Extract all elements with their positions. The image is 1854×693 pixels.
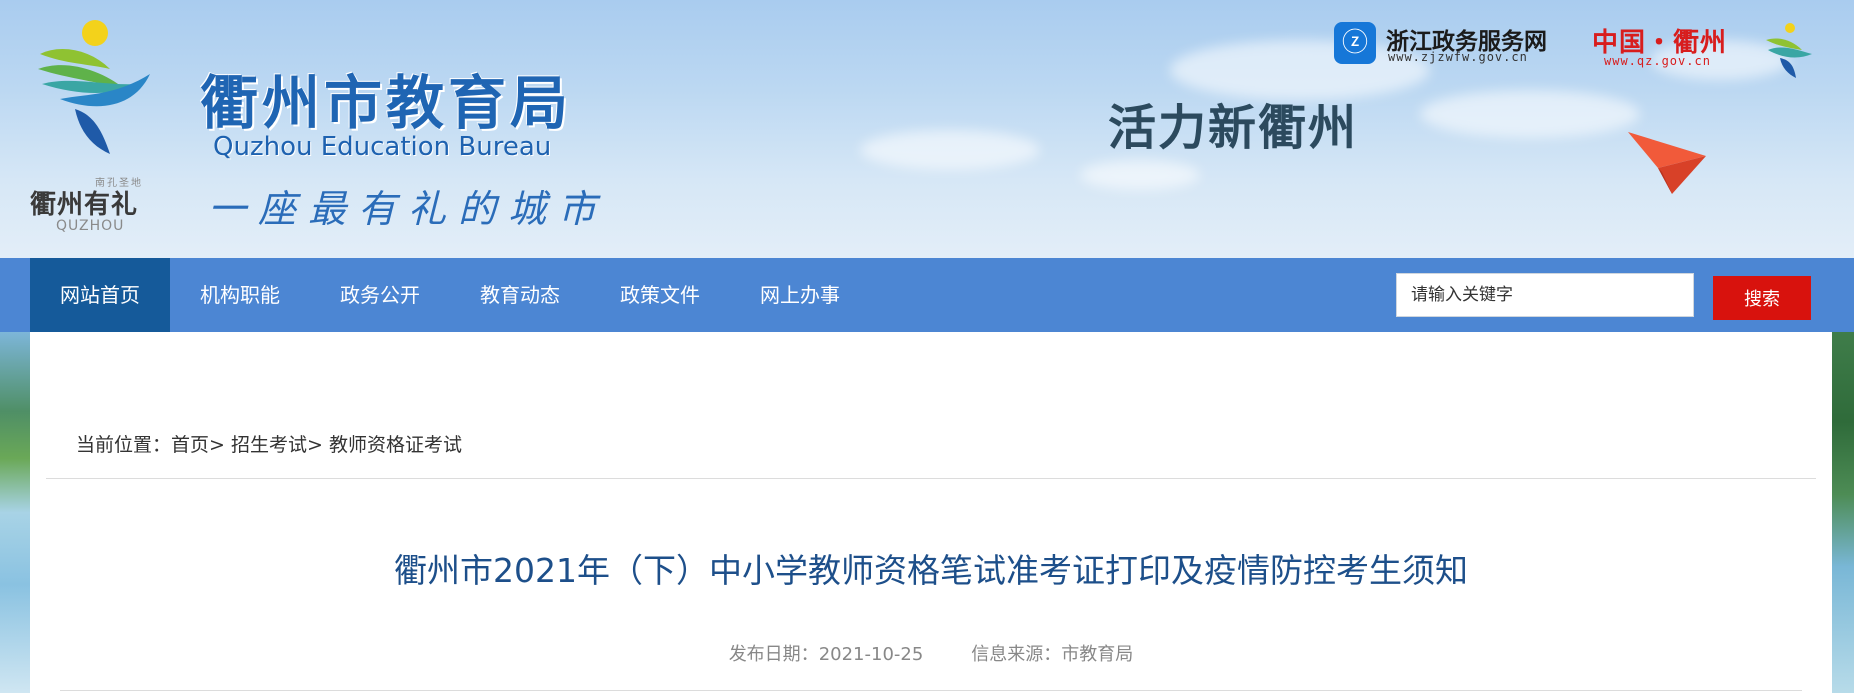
qz-logo-icon[interactable]: [1762, 22, 1814, 80]
site-slogan: 一座最有礼的城市: [208, 187, 609, 231]
right-scenery-background: [1832, 332, 1854, 693]
publish-date: 2021-10-25: [818, 644, 924, 665]
city-logo-icon: [38, 49, 150, 154]
left-scenery-background: [0, 332, 30, 693]
breadcrumb-exams[interactable]: 招生考试>: [231, 434, 323, 456]
qz-url[interactable]: www.qz.gov.cn: [1604, 54, 1711, 68]
nav-list: 网站首页 机构职能 政务公开 教育动态 政策文件 网上办事: [30, 258, 870, 332]
cloud-decoration: [1420, 90, 1640, 138]
logo-chinese-text: 衢州有礼: [30, 190, 139, 220]
article-title: 衢州市2021年（下）中小学教师资格笔试准考证打印及疫情防控考生须知: [394, 551, 1468, 590]
nav-item-policy-documents[interactable]: 政策文件: [590, 258, 730, 332]
cloud-decoration: [860, 130, 1040, 170]
source-label: 信息来源：: [971, 644, 1062, 665]
breadcrumb-home[interactable]: 首页>: [171, 434, 225, 456]
breadcrumb-teacher-cert[interactable]: 教师资格证考试: [329, 434, 462, 456]
nav-item-online-services[interactable]: 网上办事: [730, 258, 870, 332]
meta-divider: [60, 690, 1802, 691]
breadcrumb-prefix: 当前位置：: [76, 434, 172, 456]
logo-english-text: QUZHOU: [56, 218, 125, 234]
zjzw-logo-icon[interactable]: ⓩ: [1334, 22, 1376, 64]
breadcrumb-divider: [46, 478, 1816, 479]
header-banner: 南孔圣地 衢州有礼 QUZHOU 衢州市教育局 Quzhou Education…: [0, 0, 1854, 258]
nav-item-public-affairs[interactable]: 政务公开: [310, 258, 450, 332]
site-subtitle-english: Quzhou Education Bureau: [213, 132, 552, 162]
search-button[interactable]: 搜索: [1713, 276, 1811, 320]
breadcrumb: 当前位置：首页> 招生考试> 教师资格证考试: [76, 430, 462, 457]
nav-item-education-news[interactable]: 教育动态: [450, 258, 590, 332]
content-panel: 当前位置：首页> 招生考试> 教师资格证考试 衢州市2021年（下）中小学教师资…: [30, 332, 1832, 693]
search-input[interactable]: [1396, 273, 1694, 317]
nav-item-home[interactable]: 网站首页: [30, 258, 170, 332]
nav-item-institution[interactable]: 机构职能: [170, 258, 310, 332]
article-meta: 发布日期：2021-10-25 信息来源：市教育局: [30, 640, 1832, 666]
paper-plane-icon: [1628, 132, 1706, 194]
source-value: 市教育局: [1061, 644, 1134, 665]
site-title[interactable]: 衢州市教育局: [200, 56, 572, 140]
publish-date-label: 发布日期：: [728, 644, 819, 665]
vitality-slogan: 活力新衢州: [1108, 100, 1359, 156]
cloud-decoration: [1080, 160, 1200, 190]
zjzw-url[interactable]: www.zjzwfw.gov.cn: [1388, 50, 1528, 64]
